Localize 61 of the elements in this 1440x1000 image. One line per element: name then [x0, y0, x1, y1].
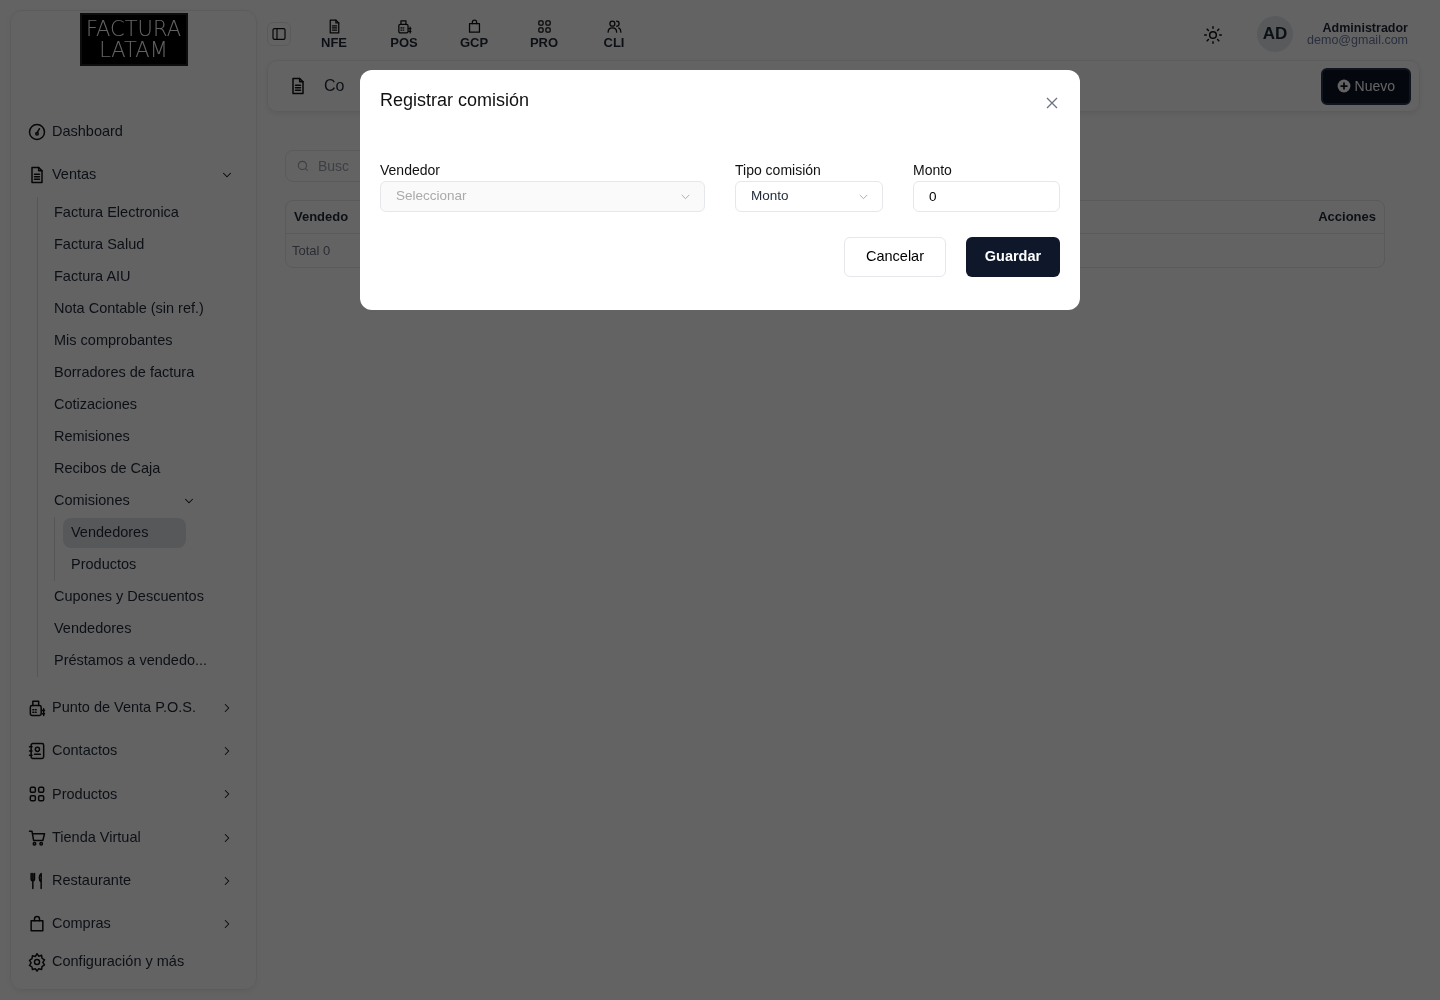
field-label: Tipo comisión [735, 162, 822, 179]
panel-icon [271, 26, 287, 42]
sun-icon [1203, 24, 1224, 45]
sidebar-subitem[interactable]: Factura Electronica [54, 196, 244, 229]
sidebar-subitem[interactable]: Remisiones [54, 420, 244, 453]
sidebar-subitem[interactable]: Vendedores [63, 517, 186, 548]
sidebar-item[interactable]: Configuración y más [23, 945, 244, 979]
plus-circle-icon [1336, 79, 1351, 93]
column-header: Acciones [1318, 208, 1376, 226]
avatar[interactable]: AD [1257, 16, 1294, 52]
sidebar-item[interactable]: Dashboard [23, 110, 244, 154]
close-icon [1046, 97, 1058, 110]
sidebar-subitem[interactable]: Recibos de Caja [54, 452, 244, 485]
settings-icon [27, 952, 47, 973]
sidebar-item[interactable]: Punto de Venta P.O.S. [23, 686, 244, 730]
sidebar-item[interactable]: Tienda Virtual [23, 816, 244, 860]
sidebar-item[interactable]: Compras [23, 902, 244, 946]
sidebar-item[interactable]: Productos [23, 772, 244, 817]
table-total: Total 0 [292, 242, 331, 258]
gauge-icon [27, 121, 47, 142]
select-field[interactable]: Monto [735, 180, 883, 212]
page-title: Co [324, 76, 346, 96]
field-label: Monto [913, 162, 953, 179]
sidebar-subitem[interactable]: Factura AIU [54, 260, 244, 293]
sidebar-subitem[interactable]: Cotizaciones [54, 388, 244, 421]
logo-text: FACTURA [85, 18, 182, 40]
register-icon [27, 698, 47, 719]
cancel-button[interactable]: Cancelar [844, 236, 946, 277]
sidebar-subitem[interactable]: Cupones y Descuentos [54, 580, 244, 613]
save-button[interactable]: Guardar [966, 236, 1060, 277]
theme-toggle-button[interactable] [1203, 23, 1224, 45]
sidebar-item[interactable]: Ventas [23, 153, 244, 197]
field-label: Vendedor [380, 162, 441, 179]
sidebar-subitem[interactable]: Nota Contable (sin ref.) [54, 292, 244, 325]
select-field[interactable]: Seleccionar [380, 180, 705, 212]
shortcut-button[interactable]: NFE [307, 17, 361, 51]
shortcut-button[interactable]: CLI [587, 17, 641, 51]
grid-icon [535, 17, 553, 35]
sidebar-subitem[interactable]: Vendedores [54, 612, 244, 645]
sidebar-subitem[interactable]: Productos [63, 548, 244, 581]
sidebar-subitem[interactable]: Préstamos a vendedo... [54, 644, 244, 677]
new-button[interactable]: Nuevo [1320, 67, 1411, 105]
number-input-field[interactable]: 0 [913, 180, 1060, 212]
user-email: demo@gmail.com [1307, 34, 1408, 47]
column-header: Vendedo [294, 208, 349, 226]
register-icon [395, 17, 413, 35]
sidebar-subitem[interactable]: Mis comprobantes [54, 324, 244, 357]
sidebar-toggle-button[interactable] [267, 22, 291, 46]
shortcut-button[interactable]: PRO [517, 17, 571, 51]
modal-title: Registrar comisión [380, 90, 530, 112]
shortcut-button[interactable]: GCP [447, 17, 501, 51]
sidebar-subitem[interactable]: Comisiones [54, 484, 244, 517]
sidebar-subitem[interactable]: Borradores de factura [54, 356, 244, 389]
sidebar-subitem[interactable]: Factura Salud [54, 228, 244, 261]
sidebar-item[interactable]: Restaurante [23, 859, 244, 903]
sidebar-item[interactable]: Contactos [23, 729, 244, 773]
contact-book-icon [27, 741, 47, 762]
user-name: Administrador [1321, 21, 1408, 34]
search-icon [296, 159, 310, 173]
shortcut-button[interactable]: POS [377, 17, 431, 51]
logo-text: LATAM [99, 39, 168, 61]
